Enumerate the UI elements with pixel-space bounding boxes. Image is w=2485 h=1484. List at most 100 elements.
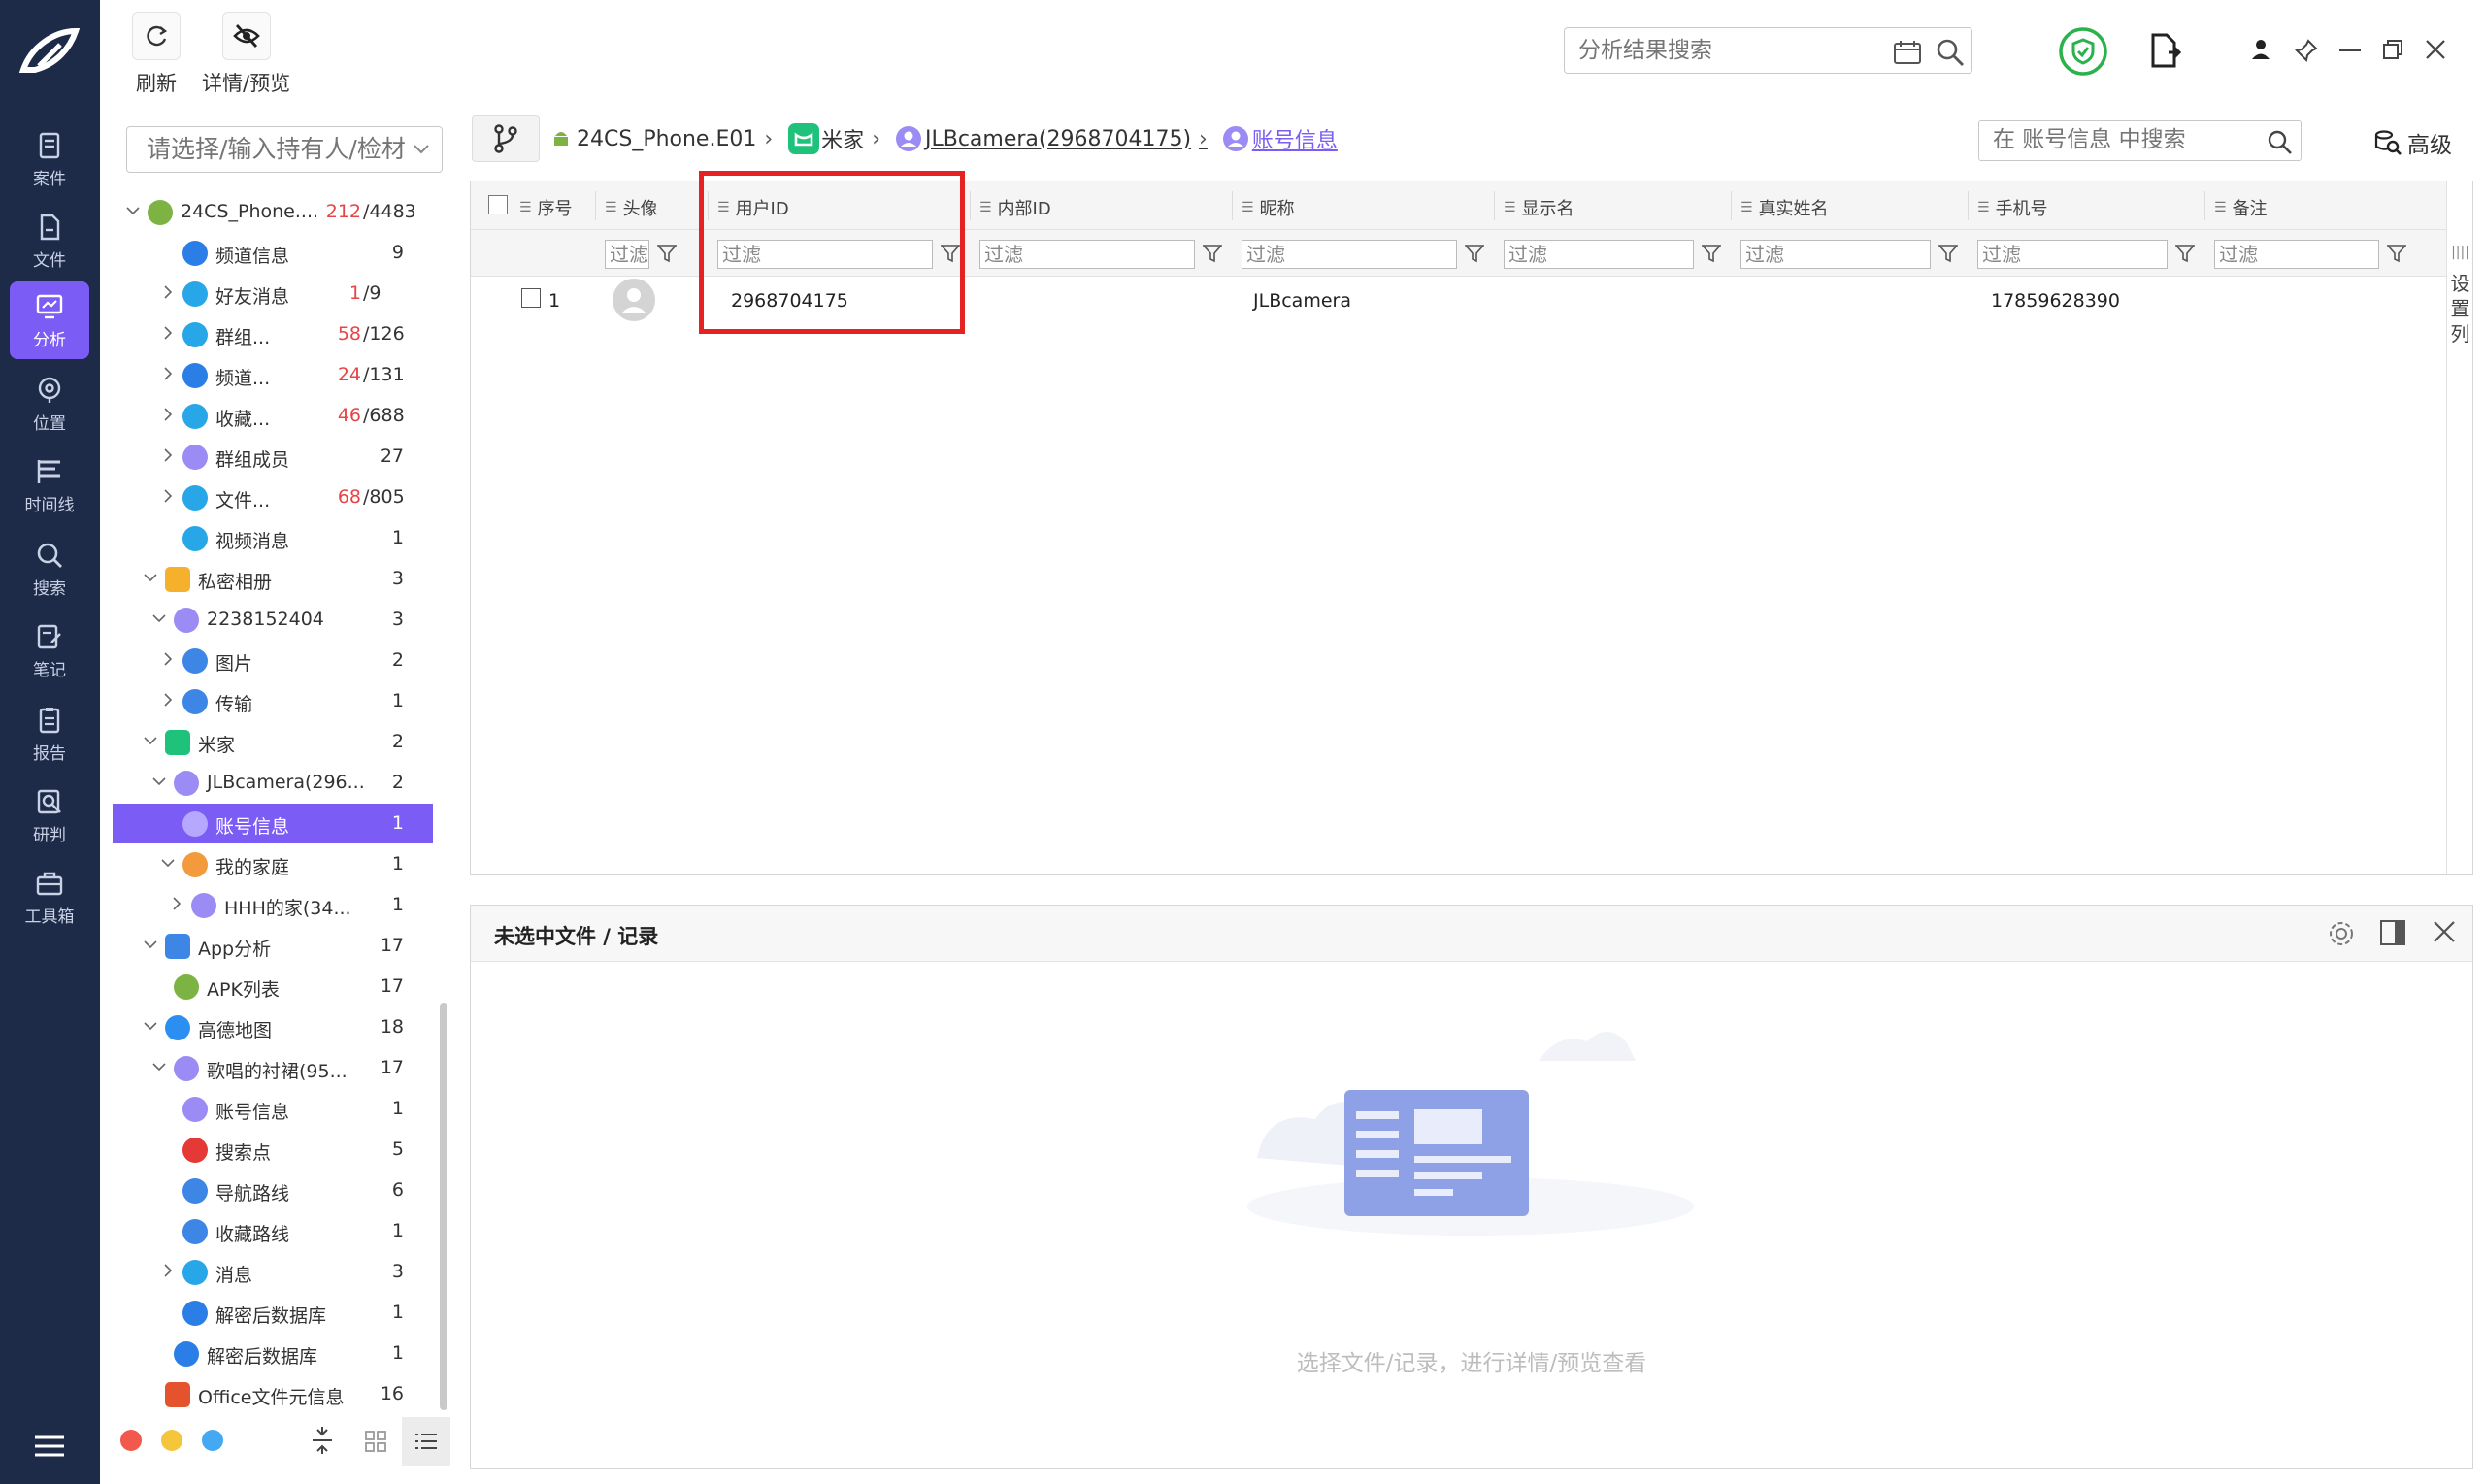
breadcrumb-item-account[interactable]: JLBcamera(2968704175) › xyxy=(896,126,1215,151)
column-filter-input[interactable]: 过滤 xyxy=(1504,240,1694,269)
refresh-button[interactable]: 刷新 xyxy=(132,12,181,97)
column-header[interactable]: ☰ 内部ID xyxy=(979,195,1051,220)
breadcrumb-item-mijia[interactable]: 米家 › xyxy=(788,123,888,154)
user-account-icon[interactable] xyxy=(2250,39,2271,60)
column-divider[interactable] xyxy=(1968,191,1969,220)
column-filter-input[interactable]: 过滤 xyxy=(1242,240,1457,269)
tree-item[interactable]: 频道信息 9 xyxy=(113,233,433,273)
filter-funnel-icon[interactable] xyxy=(1938,244,1958,263)
column-divider[interactable] xyxy=(2204,191,2205,220)
holder-select[interactable] xyxy=(126,126,443,173)
chevron-down-icon[interactable] xyxy=(144,734,157,747)
tree-item[interactable]: 私密相册 3 xyxy=(113,559,433,599)
split-panel-icon[interactable] xyxy=(2379,919,2406,946)
gear-icon[interactable] xyxy=(2327,919,2356,948)
minimize-icon[interactable] xyxy=(2339,49,2361,52)
tree-item[interactable]: 消息 3 xyxy=(113,1252,433,1292)
tree-item[interactable]: 收藏... 46/688 xyxy=(113,396,433,436)
preview-toggle-button[interactable]: 详情/预览 xyxy=(202,12,290,97)
column-divider[interactable] xyxy=(970,191,971,220)
chevron-right-icon[interactable] xyxy=(161,489,175,503)
tree-item[interactable]: JLBcamera(296... 2 xyxy=(113,763,433,803)
analysis-search-input[interactable] xyxy=(1578,36,1870,65)
tree-item[interactable]: 视频消息 1 xyxy=(113,518,433,558)
column-header[interactable]: ☰ 昵称 xyxy=(1242,195,1295,220)
tree-item[interactable]: 歌唱的衬裙(95... 17 xyxy=(113,1048,433,1088)
rail-item-file[interactable]: 文件 xyxy=(10,202,89,280)
tree-item[interactable]: 群组成员 27 xyxy=(113,437,433,477)
analysis-search-box[interactable] xyxy=(1564,27,1972,74)
tree-item[interactable]: 2238152404 3 xyxy=(113,600,433,640)
rail-item-report[interactable]: 报告 xyxy=(10,695,89,773)
tree-item[interactable]: 收藏路线 1 xyxy=(113,1211,433,1251)
pin-window-icon[interactable] xyxy=(2295,39,2318,62)
column-filter-input[interactable]: 过滤 xyxy=(2214,240,2379,269)
chevron-right-icon[interactable] xyxy=(161,326,175,340)
tree-item[interactable]: 好友消息 1/9 xyxy=(113,274,433,313)
filter-funnel-icon[interactable] xyxy=(2175,244,2195,263)
calendar-icon[interactable] xyxy=(1893,40,1922,65)
holder-select-input[interactable] xyxy=(147,135,409,163)
collapse-all-icon[interactable] xyxy=(313,1427,332,1454)
column-header[interactable]: ☰ 头像 xyxy=(605,195,658,220)
column-header[interactable]: ☰ 手机号 xyxy=(1977,195,2048,220)
row-checkbox[interactable] xyxy=(521,288,541,308)
tree-item[interactable]: Office文件元信息 16 xyxy=(113,1374,433,1414)
tree-item[interactable]: APK列表 17 xyxy=(113,967,433,1006)
breadcrumb-item-device[interactable]: 24CS_Phone.E01 › xyxy=(551,127,780,151)
rail-item-note[interactable]: 笔记 xyxy=(10,611,89,689)
chevron-right-icon[interactable] xyxy=(170,897,183,910)
shield-status-icon[interactable] xyxy=(2058,26,2108,77)
table-search-input[interactable] xyxy=(1993,127,2245,152)
tree-item[interactable]: 搜索点 5 xyxy=(113,1130,433,1170)
chevron-down-icon[interactable] xyxy=(414,145,429,154)
column-filter-input[interactable]: 过滤 xyxy=(1740,240,1931,269)
filter-funnel-icon[interactable] xyxy=(1702,244,1721,263)
column-header[interactable]: ☰ 序号 xyxy=(519,195,573,220)
tree-item[interactable]: 群组... 58/126 xyxy=(113,314,433,354)
tree-item[interactable]: HHH的家(34... 1 xyxy=(113,885,433,925)
rail-item-toolbox[interactable]: 工具箱 xyxy=(10,858,89,936)
tree-item[interactable]: 解密后数据库 1 xyxy=(113,1334,433,1373)
chevron-down-icon[interactable] xyxy=(144,571,157,584)
filter-funnel-icon[interactable] xyxy=(657,244,677,263)
chevron-down-icon[interactable] xyxy=(152,611,166,625)
tree-item[interactable]: 24CS_Phone.... 212/4483 xyxy=(113,192,433,232)
tree-item[interactable]: 频道... 24/131 xyxy=(113,355,433,395)
chevron-right-icon[interactable] xyxy=(161,693,175,707)
hamburger-menu-icon[interactable] xyxy=(33,1435,66,1458)
tree-item[interactable]: 账号信息 1 xyxy=(113,1089,433,1129)
filter-funnel-icon[interactable] xyxy=(1465,244,1484,263)
search-icon[interactable] xyxy=(2267,129,2292,154)
column-header[interactable]: ☰ 真实姓名 xyxy=(1740,195,1829,220)
tree-scrollbar[interactable] xyxy=(440,1003,447,1410)
filter-funnel-icon[interactable] xyxy=(1203,244,1222,263)
tree-item[interactable]: 账号信息 1 xyxy=(113,804,433,843)
chevron-down-icon[interactable] xyxy=(152,1060,166,1073)
chevron-down-icon[interactable] xyxy=(161,856,175,870)
tree-item[interactable]: 文件... 68/805 xyxy=(113,478,433,517)
column-divider[interactable] xyxy=(595,191,596,220)
branch-button[interactable] xyxy=(472,115,540,162)
chevron-right-icon[interactable] xyxy=(161,408,175,421)
tree-item[interactable]: 解密后数据库 1 xyxy=(113,1293,433,1333)
column-header[interactable]: ☰ 备注 xyxy=(2214,195,2268,220)
rail-item-analysis[interactable]: 分析 xyxy=(10,281,89,359)
filter-funnel-icon[interactable] xyxy=(2387,244,2406,263)
table-search-box[interactable] xyxy=(1978,120,2302,161)
chevron-right-icon[interactable] xyxy=(161,367,175,380)
chevron-right-icon[interactable] xyxy=(161,448,175,462)
close-icon[interactable] xyxy=(2425,39,2446,60)
close-icon[interactable] xyxy=(2432,919,2457,944)
chevron-right-icon[interactable] xyxy=(161,1264,175,1277)
set-columns-button[interactable]: |||| 设置列 xyxy=(2446,181,2473,874)
tree-item[interactable]: 传输 1 xyxy=(113,681,433,721)
tree-item[interactable]: 我的家庭 1 xyxy=(113,844,433,884)
tree-item[interactable]: 米家 2 xyxy=(113,722,433,762)
chevron-right-icon[interactable] xyxy=(161,285,175,299)
rail-item-case[interactable]: 案件 xyxy=(10,120,89,198)
grid-view-icon[interactable] xyxy=(365,1431,386,1452)
chevron-down-icon[interactable] xyxy=(126,204,140,217)
tree-item[interactable]: 高德地图 18 xyxy=(113,1007,433,1047)
column-divider[interactable] xyxy=(1494,191,1495,220)
